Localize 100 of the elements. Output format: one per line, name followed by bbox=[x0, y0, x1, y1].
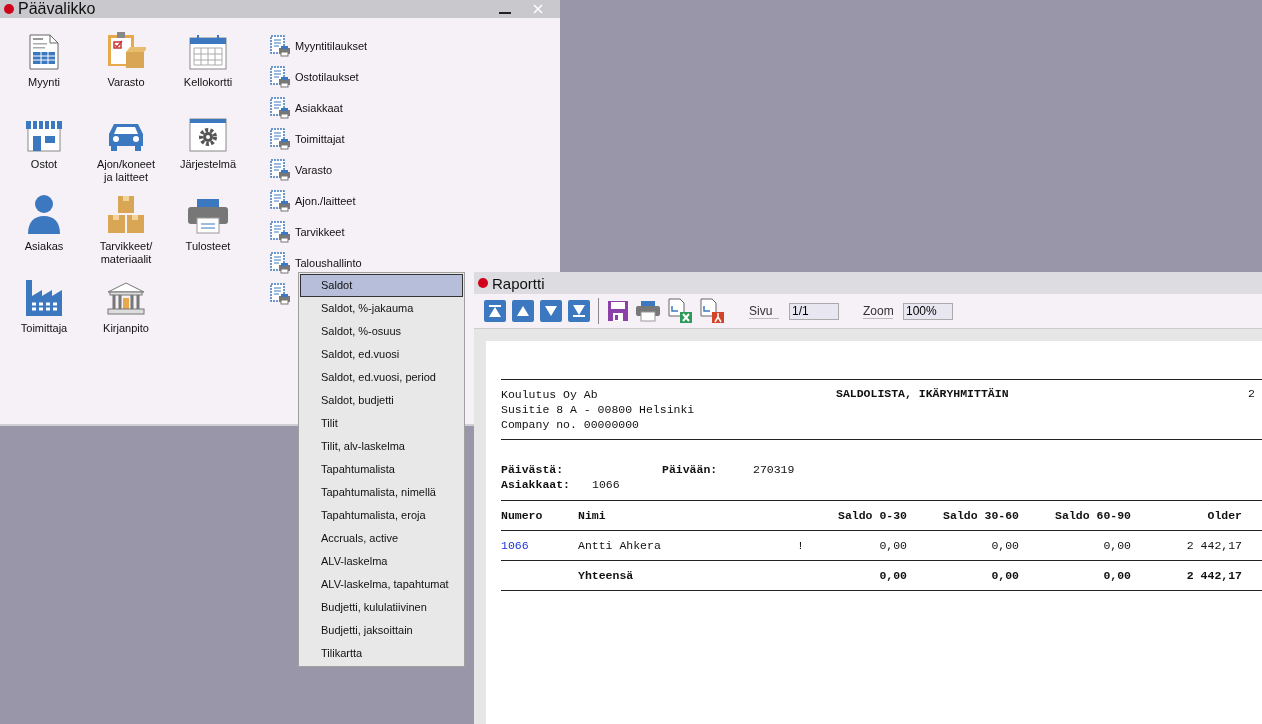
report-link[interactable]: Varasto bbox=[295, 163, 333, 176]
menu-item[interactable]: ALV-laskelma, tapahtumat bbox=[300, 573, 463, 596]
module-shortcut[interactable]: Ajon/koneet ja laitteet bbox=[85, 112, 167, 194]
column-header: Older bbox=[1207, 509, 1242, 522]
column-header: Saldo 30-60 bbox=[943, 509, 1019, 522]
report-title: SALDOLISTA, IKÄRYHMITTÄIN bbox=[836, 387, 1010, 402]
param-value: 270319 bbox=[753, 462, 795, 477]
page-number: 2 bbox=[1248, 387, 1255, 402]
module-shortcut[interactable]: Asiakas bbox=[3, 194, 85, 276]
zoom-field[interactable]: 100% bbox=[903, 302, 953, 320]
report-print-icon bbox=[269, 34, 291, 57]
menu-item[interactable]: Tapahtumalista bbox=[300, 458, 463, 481]
report-print-icon bbox=[269, 96, 291, 119]
bank-icon bbox=[106, 282, 146, 316]
total-cell: 0,00 bbox=[1103, 569, 1131, 582]
company-line: Koulutus Oy Ab bbox=[501, 387, 599, 402]
column-header: Numero bbox=[501, 509, 543, 522]
report-print-icon bbox=[269, 220, 291, 243]
person-icon bbox=[27, 194, 61, 234]
menu-item[interactable]: Saldot bbox=[300, 274, 463, 297]
zoom-label: Zoom bbox=[863, 303, 893, 319]
next-page-button[interactable] bbox=[540, 300, 562, 322]
order-form-icon bbox=[28, 34, 60, 70]
menu-item[interactable]: Budjetti, jaksoittain bbox=[300, 619, 463, 642]
report-link[interactable]: Taloushallinto bbox=[295, 256, 362, 269]
down-arrow-icon bbox=[544, 304, 558, 318]
report-link[interactable]: Ostotilaukset bbox=[295, 70, 359, 83]
menu-item[interactable]: Saldot, ed.vuosi, period bbox=[300, 366, 463, 389]
last-arrow-icon bbox=[572, 304, 586, 318]
table-cell: ! bbox=[797, 539, 804, 552]
save-button[interactable] bbox=[607, 300, 629, 322]
factory-icon bbox=[24, 278, 64, 316]
printer-icon bbox=[187, 198, 229, 234]
menu-item[interactable]: Tilikartta bbox=[300, 642, 463, 665]
module-shortcut[interactable]: Järjestelmä bbox=[167, 112, 249, 194]
module-shortcut[interactable]: Toimittaja bbox=[3, 276, 85, 358]
menu-item[interactable]: Budjetti, kululatiivinen bbox=[300, 596, 463, 619]
company-line: Susitie 8 A - 00800 Helsinki bbox=[501, 402, 696, 417]
report-print-icon bbox=[269, 251, 291, 274]
clipboard-box-icon bbox=[106, 32, 146, 70]
table-cell: 0,00 bbox=[1103, 539, 1131, 552]
calendar-icon bbox=[189, 34, 227, 70]
window-title: Raportti bbox=[492, 274, 545, 292]
menu-item[interactable]: Tapahtumalista, nimellä bbox=[300, 481, 463, 504]
status-dot-icon bbox=[478, 278, 488, 288]
menu-item[interactable]: Accruals, active bbox=[300, 527, 463, 550]
up-arrow-icon bbox=[516, 304, 530, 318]
menu-item[interactable]: Saldot, budjetti bbox=[300, 389, 463, 412]
param-label: Päivästä: bbox=[501, 462, 565, 477]
gear-icon bbox=[189, 118, 227, 152]
table-cell: Antti Ahkera bbox=[578, 539, 661, 552]
previous-page-button[interactable] bbox=[512, 300, 534, 322]
module-shortcut[interactable]: Myynti bbox=[3, 30, 85, 112]
module-shortcut[interactable]: Tarvikkeet/ materiaalit bbox=[85, 194, 167, 276]
status-dot-icon bbox=[4, 4, 14, 14]
store-icon bbox=[25, 118, 63, 152]
first-arrow-icon bbox=[488, 304, 502, 318]
column-header: Saldo 60-90 bbox=[1055, 509, 1131, 522]
table-cell: 0,00 bbox=[991, 539, 1019, 552]
export-excel-button[interactable] bbox=[667, 298, 693, 324]
param-value: 1066 bbox=[592, 477, 620, 492]
report-print-icon bbox=[269, 189, 291, 212]
module-shortcut[interactable]: Kellokortti bbox=[167, 30, 249, 112]
company-line: Company no. 00000000 bbox=[501, 417, 641, 432]
table-cell: 2 442,17 bbox=[1186, 539, 1242, 552]
column-header: Nimi bbox=[578, 509, 606, 522]
window-title: Päävalikko bbox=[18, 0, 96, 18]
report-link[interactable]: Toimittajat bbox=[295, 132, 345, 145]
module-shortcut[interactable]: Varasto bbox=[85, 30, 167, 112]
customer-number-link[interactable]: 1066 bbox=[501, 539, 529, 552]
menu-item[interactable]: Tilit, alv-laskelma bbox=[300, 435, 463, 458]
report-print-icon bbox=[269, 282, 291, 305]
last-page-button[interactable] bbox=[568, 300, 590, 322]
module-shortcut[interactable]: Ostot bbox=[3, 112, 85, 194]
first-page-button[interactable] bbox=[484, 300, 506, 322]
report-print-icon bbox=[269, 65, 291, 88]
table-cell: 0,00 bbox=[879, 539, 907, 552]
menu-item[interactable]: ALV-laskelma bbox=[300, 550, 463, 573]
module-shortcut[interactable]: Kirjanpito bbox=[85, 276, 167, 358]
param-label: Asiakkaat: bbox=[501, 477, 571, 492]
page-field[interactable]: 1/1 bbox=[789, 302, 839, 320]
print-button[interactable] bbox=[635, 300, 661, 322]
report-link[interactable]: Asiakkaat bbox=[295, 101, 343, 114]
report-print-icon bbox=[269, 158, 291, 181]
menu-item[interactable]: Saldot, %-osuus bbox=[300, 320, 463, 343]
page-label: Sivu bbox=[749, 303, 779, 319]
menu-item[interactable]: Saldot, %-jakauma bbox=[300, 297, 463, 320]
export-pdf-button[interactable] bbox=[699, 298, 725, 324]
total-label: Yhteensä bbox=[578, 569, 634, 582]
total-cell: 0,00 bbox=[879, 569, 907, 582]
param-label: Päivään: bbox=[662, 462, 719, 477]
minimize-icon[interactable] bbox=[499, 11, 511, 15]
menu-item[interactable]: Saldot, ed.vuosi bbox=[300, 343, 463, 366]
report-link[interactable]: Tarvikkeet bbox=[295, 225, 345, 238]
report-link[interactable]: Myyntitilaukset bbox=[295, 39, 368, 52]
total-cell: 2 442,17 bbox=[1186, 569, 1242, 582]
menu-item[interactable]: Tapahtumalista, eroja bbox=[300, 504, 463, 527]
module-shortcut[interactable]: Tulosteet bbox=[167, 194, 249, 276]
report-link[interactable]: Ajon./laitteet bbox=[295, 194, 356, 207]
menu-item[interactable]: Tilit bbox=[300, 412, 463, 435]
